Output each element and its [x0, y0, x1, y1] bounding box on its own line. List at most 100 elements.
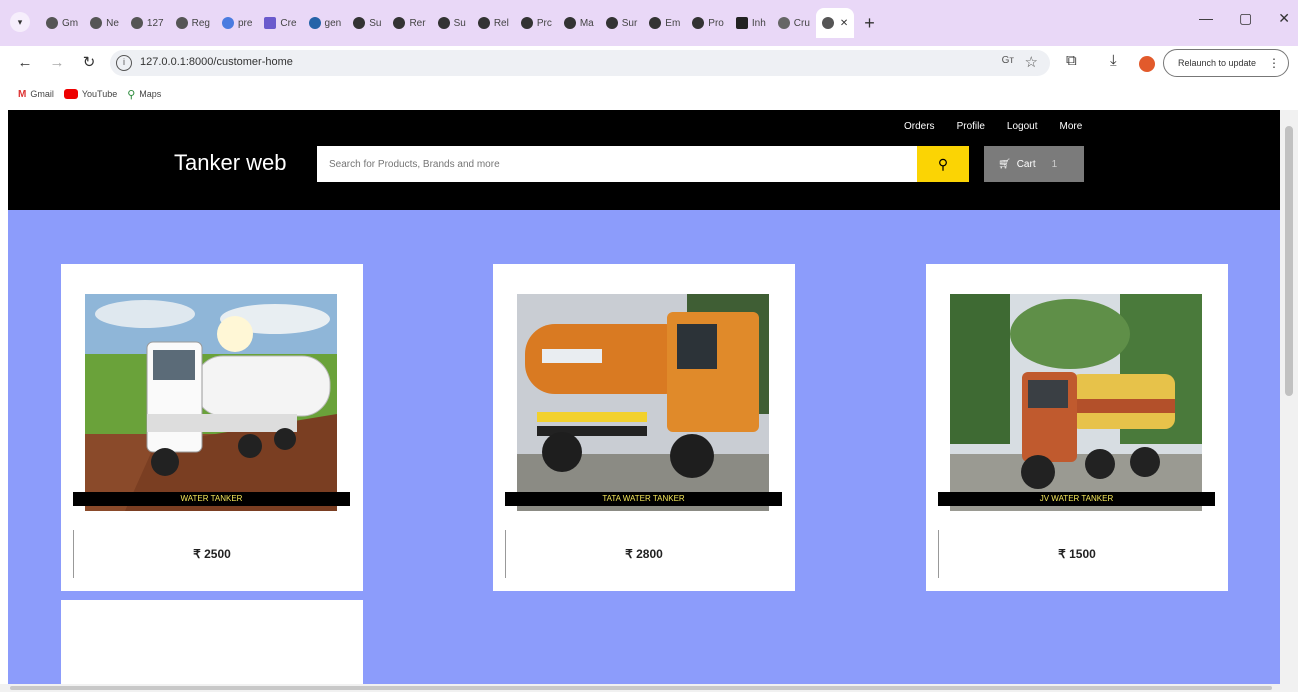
bookmark-star-icon[interactable]: ☆ — [1025, 53, 1038, 71]
browser-tab[interactable]: Reg — [170, 8, 216, 38]
close-window-icon[interactable]: ✕ — [1278, 10, 1290, 27]
c-logo-icon — [563, 17, 576, 29]
cart-icon: 🛒︎ — [998, 158, 1011, 170]
tab-label: 127 — [146, 17, 164, 29]
search-icon: ⚲ — [937, 156, 949, 172]
browser-tab[interactable]: Rer — [387, 8, 431, 38]
nav-orders[interactable]: Orders — [904, 121, 935, 132]
product-card[interactable] — [61, 600, 363, 684]
back-arrow-icon[interactable]: ← — [14, 52, 36, 74]
c-logo-icon — [393, 17, 406, 29]
scroll-thumb[interactable] — [1285, 126, 1293, 396]
browser-tab[interactable]: Pro — [686, 8, 730, 38]
menu-dots-icon[interactable]: ⋮ — [1268, 50, 1280, 76]
profile-avatar-icon[interactable] — [1139, 56, 1155, 72]
minimize-icon[interactable]: — — [1199, 10, 1213, 27]
window-controls: — ▢ ✕ — [1199, 10, 1290, 27]
browser-tab[interactable]: Su — [347, 8, 387, 38]
product-image[interactable] — [950, 294, 1202, 511]
c-logo-icon — [605, 17, 618, 29]
nav-profile[interactable]: Profile — [957, 121, 985, 132]
browser-tab[interactable]: Em — [643, 8, 686, 38]
globe-icon — [175, 17, 188, 29]
browser-tab[interactable]: 127 — [125, 8, 170, 38]
extensions-icon[interactable]: ⧉ — [1066, 52, 1077, 69]
cart-label: Cart — [1016, 158, 1036, 170]
browser-tab[interactable]: Cre — [258, 8, 302, 38]
tab-label: Gm — [62, 17, 79, 29]
site-brand[interactable]: Tanker web — [174, 150, 287, 176]
browser-tab[interactable]: Cru — [772, 8, 816, 38]
tab-label: pre — [237, 17, 253, 29]
tab-search-icon[interactable]: ▾ — [10, 12, 30, 32]
nav-logout[interactable]: Logout — [1007, 121, 1038, 132]
bookmark-maps[interactable]: ⚲ Maps — [127, 88, 161, 101]
browser-toolbar: ← → ↻ i 127.0.0.1:8000/customer-home Gт … — [0, 46, 1298, 80]
product-card[interactable]: JV WATER TANKER ₹ 1500 — [926, 264, 1228, 591]
bookmark-label: Maps — [139, 89, 162, 99]
cart-count: 1 — [1051, 158, 1058, 170]
yellow-tanker-photo — [950, 294, 1202, 511]
browser-tab[interactable]: Su — [432, 8, 472, 38]
maximize-icon[interactable]: ▢ — [1239, 10, 1252, 27]
tab-label: Prc — [536, 17, 552, 29]
product-price: ₹ 2800 — [625, 547, 663, 561]
forward-arrow-icon[interactable]: → — [46, 52, 68, 74]
globe-icon — [46, 17, 58, 29]
reload-icon[interactable]: ↻ — [78, 52, 100, 74]
bookmark-label: YouTube — [81, 89, 118, 99]
translate-icon[interactable]: Gт — [1002, 55, 1014, 66]
bookmark-youtube[interactable]: YouTube — [63, 89, 118, 99]
browser-tab-strip: ▾ Gm Ne 127 Reg pre Cre gen Su Rer Su Re… — [0, 0, 1298, 46]
horizontal-scrollbar[interactable] — [0, 684, 1298, 692]
relaunch-button[interactable]: Relaunch to update ⋮ — [1163, 49, 1289, 77]
search-button[interactable]: ⚲ — [917, 146, 969, 182]
tab-label: Ma — [579, 17, 594, 29]
product-image[interactable] — [517, 294, 769, 511]
close-tab-icon[interactable]: ✕ — [840, 18, 848, 29]
app-icon — [264, 17, 277, 29]
site-info-icon[interactable]: i — [116, 55, 132, 71]
product-name: JV WATER TANKER — [938, 492, 1215, 506]
tab-label: Cre — [280, 17, 297, 29]
search-field[interactable] — [317, 146, 917, 182]
browser-tab[interactable]: Inh — [730, 8, 772, 38]
product-name: WATER TANKER — [73, 492, 350, 506]
scroll-thumb[interactable] — [10, 686, 1272, 690]
youtube-icon — [63, 89, 78, 99]
product-price: ₹ 1500 — [1058, 547, 1096, 561]
gear-icon — [777, 17, 790, 29]
product-card[interactable]: WATER TANKER ₹ 2500 — [61, 264, 363, 591]
browser-tab[interactable]: pre — [216, 8, 258, 38]
browser-tab-active[interactable]: ✕ — [815, 8, 855, 38]
new-tab-button[interactable]: + — [864, 8, 875, 38]
tab-label: Cru — [793, 17, 810, 29]
browser-tab[interactable]: gen — [303, 8, 348, 38]
c-logo-icon — [477, 17, 490, 29]
search-input[interactable] — [317, 146, 917, 182]
browser-tab[interactable]: Prc — [515, 8, 558, 38]
browser-tab[interactable]: Sur — [600, 8, 644, 38]
bookmark-label: Gmail — [30, 89, 54, 99]
product-card[interactable]: TATA WATER TANKER ₹ 2800 — [493, 264, 795, 591]
address-bar[interactable]: i 127.0.0.1:8000/customer-home Gт ☆ — [110, 50, 1050, 76]
browser-tab[interactable]: Ma — [558, 8, 600, 38]
bookmark-gmail[interactable]: M Gmail — [18, 89, 54, 100]
download-icon[interactable]: ⤓ — [1110, 52, 1117, 69]
c-logo-icon — [437, 17, 450, 29]
browser-tab[interactable]: Rel — [472, 8, 515, 38]
nav-more[interactable]: More — [1060, 121, 1083, 132]
url-text[interactable]: 127.0.0.1:8000/customer-home — [140, 56, 293, 68]
bookmarks-bar: M Gmail YouTube ⚲ Maps — [0, 80, 1298, 108]
browser-tab[interactable]: Gm — [40, 8, 84, 38]
tab-label: Inh — [751, 17, 766, 29]
product-name: TATA WATER TANKER — [505, 492, 782, 506]
globe-icon — [821, 17, 834, 29]
cart-button[interactable]: 🛒︎ Cart 1 — [984, 146, 1084, 182]
vertical-scrollbar[interactable] — [1280, 110, 1298, 684]
browser-tab[interactable]: Ne — [84, 8, 125, 38]
globe-icon — [130, 17, 143, 29]
c-logo-icon — [649, 17, 662, 29]
product-image[interactable] — [85, 294, 337, 511]
page-viewport: Orders Profile Logout More Tanker web ⚲ … — [8, 110, 1280, 684]
